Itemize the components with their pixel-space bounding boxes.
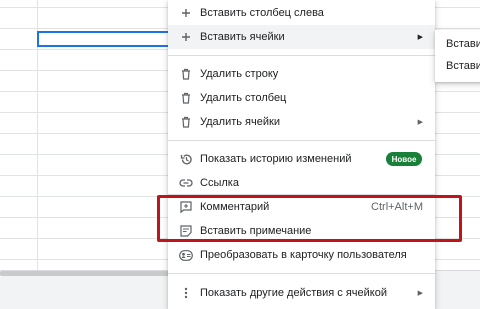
menu-item-delete-row[interactable]: Удалить строку: [168, 62, 435, 86]
menu-divider: [168, 273, 435, 274]
insert-cells-submenu: Вставить Вставить: [435, 30, 480, 82]
person-card-icon: [179, 248, 193, 262]
menu-item-delete-column[interactable]: Удалить столбец: [168, 86, 435, 110]
menu-item-label: Удалить столбец: [200, 92, 287, 104]
highlight-box: [157, 195, 462, 242]
more-vert-icon: [179, 286, 193, 300]
trash-icon: [179, 91, 193, 105]
submenu-arrow-icon: ▶: [417, 119, 423, 126]
menu-item-label: Удалить ячейки: [200, 116, 280, 128]
menu-item-label: Вставить ячейки: [200, 31, 285, 43]
selected-cell[interactable]: [37, 31, 171, 47]
menu-item-label: Удалить строку: [200, 68, 279, 80]
new-badge: Новое: [386, 152, 422, 166]
menu-divider: [168, 140, 435, 141]
horizontal-scrollbar[interactable]: [0, 271, 170, 276]
menu-item-convert-to-people-chip[interactable]: Преобразовать в карточку пользователя: [168, 243, 435, 267]
history-icon: [179, 152, 193, 166]
menu-item-more-cell-actions[interactable]: Показать другие действия с ячейкой ▶: [168, 281, 435, 305]
menu-item-insert-cells[interactable]: Вставить ячейки ▶: [168, 25, 435, 49]
menu-item-label: Вставить столбец слева: [200, 7, 324, 19]
menu-item-label: Преобразовать в карточку пользователя: [200, 249, 407, 261]
menu-item-label: Ссылка: [200, 177, 239, 189]
link-icon: [179, 176, 193, 190]
menu-item-delete-cells[interactable]: Удалить ячейки ▶: [168, 110, 435, 134]
menu-item-insert-column-left[interactable]: Вставить столбец слева: [168, 1, 435, 25]
plus-icon: [179, 6, 193, 20]
menu-divider: [168, 55, 435, 56]
menu-item-label: Показать другие действия с ячейкой: [200, 287, 387, 299]
menu-item-link[interactable]: Ссылка: [168, 171, 435, 195]
trash-icon: [179, 115, 193, 129]
submenu-item-insert-shift-down[interactable]: Вставить: [446, 60, 480, 72]
submenu-item-insert-shift-right[interactable]: Вставить: [446, 38, 480, 50]
spreadsheet-screen: Вставить столбец слева Вставить ячейки ▶…: [0, 0, 480, 309]
submenu-arrow-icon: ▶: [417, 290, 423, 297]
context-menu: Вставить столбец слева Вставить ячейки ▶…: [168, 0, 435, 309]
plus-icon: [179, 30, 193, 44]
trash-icon: [179, 67, 193, 81]
menu-item-show-edit-history[interactable]: Показать историю изменений Новое: [168, 147, 435, 171]
submenu-arrow-icon: ▶: [417, 34, 423, 41]
menu-item-label: Показать историю изменений: [200, 153, 352, 165]
